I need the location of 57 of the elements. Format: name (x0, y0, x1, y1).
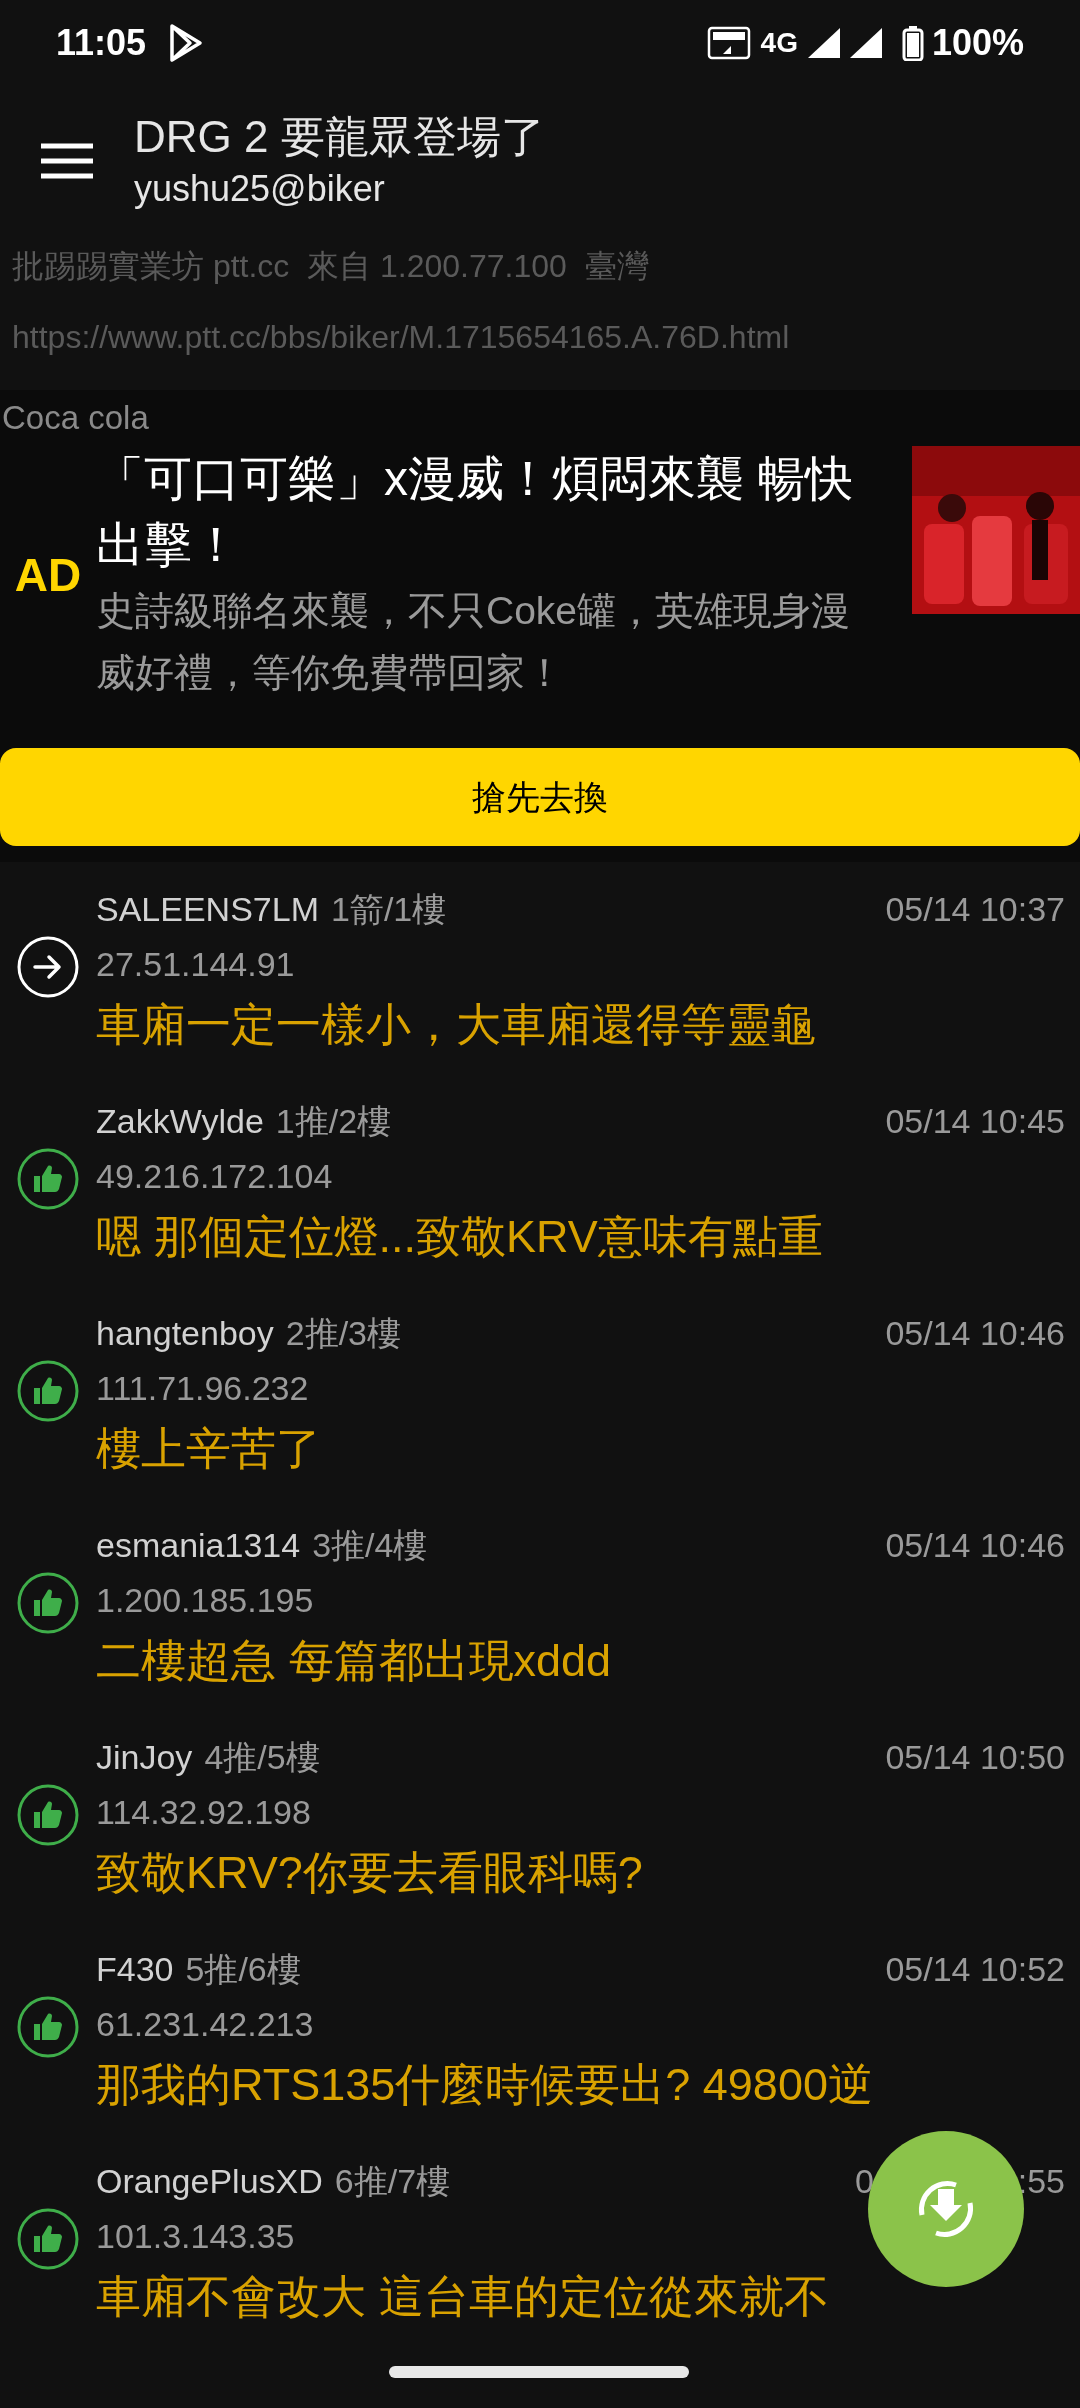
thumbs-up-icon (17, 1784, 79, 1846)
ad-cta-button[interactable]: 搶先去換 (0, 748, 1080, 846)
comment-ip: 101.3.143.35 (96, 2216, 295, 2256)
comment-text: 樓上辛苦了 (96, 1422, 321, 1476)
comment-ip: 111.71.96.232 (96, 1368, 309, 1408)
comment-text: 致敬KRV?你要去看眼科嗎? (96, 1846, 643, 1900)
network-type: 4G (760, 29, 798, 57)
comment-text: 二樓超急 每篇都出現xddd (96, 1634, 612, 1688)
ad-title: 「可口可樂」x漫威！煩悶來襲 暢快出擊！ (96, 451, 855, 573)
comment-time: :55 (1017, 2161, 1065, 2202)
comment-floor: 5推/6樓 (185, 1949, 301, 1990)
comment-time: 05/14 10:46 (885, 1313, 1065, 1354)
ad-description: 史詩級聯名來襲，不只Coke罐，英雄現身漫威好禮，等你免費帶回家！ (96, 588, 852, 696)
comment-ip: 1.200.185.195 (96, 1580, 314, 1620)
comment-username: F430 (96, 1949, 174, 1990)
menu-icon (41, 143, 93, 179)
comment-floor: 4推/5樓 (204, 1737, 320, 1778)
thumbs-up-icon (17, 2208, 79, 2270)
comment-time: 05/14 10:37 (885, 889, 1065, 930)
comment-ip: 114.32.92.198 (96, 1792, 311, 1832)
comment-floor: 2推/3樓 (285, 1313, 401, 1354)
volte-icon (706, 26, 751, 60)
comment-username: hangtenboy (96, 1313, 274, 1354)
comment-text: 車廂一定一樣小，大車廂還得等靈龜 (96, 998, 816, 1052)
thumbs-up-icon (17, 1360, 79, 1422)
comment-floor: 3推/4樓 (312, 1525, 428, 1566)
battery-level: 100% (931, 21, 1024, 65)
play-store-icon (168, 23, 205, 63)
thumbs-up-icon (17, 1148, 79, 1210)
comment-username: OrangePlusXD (96, 2161, 323, 2202)
status-time: 11:05 (56, 21, 147, 65)
comment-ip: 27.51.144.91 (96, 944, 295, 984)
ad-label: AD (14, 547, 82, 603)
thumbs-up-icon (17, 1572, 79, 1634)
comment-time: 0 (855, 2161, 874, 2202)
comment-username: ZakkWylde (96, 1101, 264, 1142)
comment-time: 05/14 10:45 (885, 1101, 1065, 1142)
comment-username: SALEENS7LM (96, 889, 319, 930)
comment-ip: 61.231.42.213 (96, 2004, 314, 2044)
comment-text: 車廂不會改大 這台車的定位從來就不 (96, 2270, 829, 2324)
post-title: DRG 2 要龍眾登場了 (134, 111, 545, 163)
comment-floor: 1推/2樓 (275, 1101, 392, 1142)
comment-text: 嗯 那個定位燈...致敬KRV意味有點重 (96, 1210, 823, 1264)
comment-ip: 49.216.172.104 (96, 1156, 333, 1196)
thumbs-up-icon (17, 1996, 79, 2058)
post-author: yushu25@biker (134, 167, 386, 211)
comment-username: JinJoy (96, 1737, 193, 1778)
comment-text: 那我的RTS135什麼時候要出? 49800逆 (96, 2058, 873, 2112)
comment-time: 05/14 10:52 (885, 1949, 1065, 1990)
comment-floor: 1箭/1樓 (331, 889, 447, 930)
ad-advertiser: Coca cola (1, 398, 150, 438)
comment-username: esmania1314 (96, 1525, 301, 1566)
comment-time: 05/14 10:50 (885, 1737, 1065, 1778)
comment-floor: 6推/7樓 (334, 2161, 451, 2202)
battery-icon (901, 25, 924, 61)
source-info: 批踢踢實業坊 ptt.cc 來自 1.200.77.100 臺灣 (12, 247, 650, 286)
comment-time: 05/14 10:46 (885, 1525, 1065, 1566)
